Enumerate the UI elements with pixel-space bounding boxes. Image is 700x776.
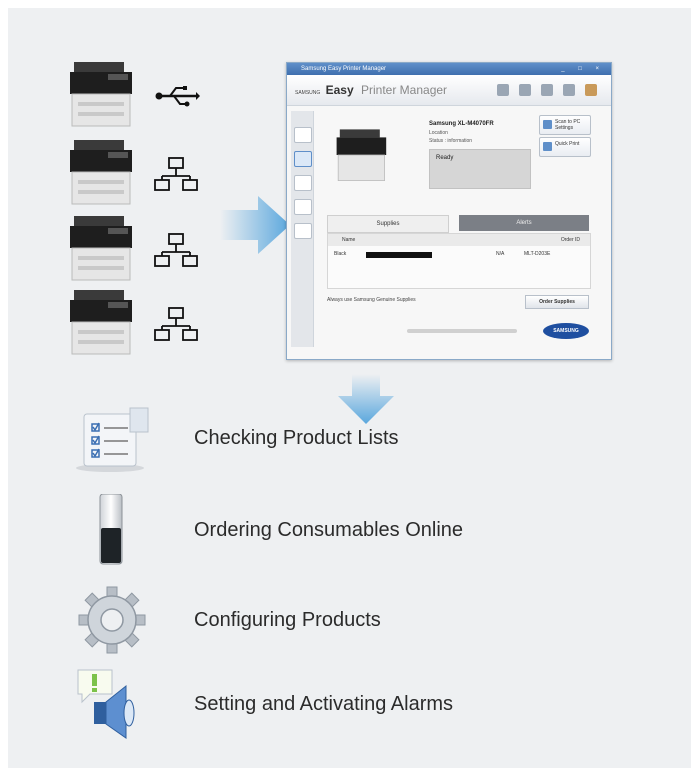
usb-icon	[155, 86, 200, 107]
col-name: Name	[342, 237, 356, 243]
refresh-toolbar-icon[interactable]	[519, 84, 531, 96]
print-icon	[543, 142, 552, 151]
device-name: Samsung XL-M4070FR	[429, 121, 494, 127]
scan-icon	[543, 120, 552, 129]
samsung-logo: SAMSUNG	[543, 323, 589, 339]
device-status-line: Status : information	[429, 138, 473, 144]
app-brand: SAMSUNG Easy Printer Manager	[295, 83, 447, 97]
feature-label: Ordering Consumables Online	[194, 519, 464, 541]
status-text: Ready	[436, 155, 454, 161]
gear-icon	[78, 586, 146, 654]
app-toolbar: SAMSUNG Easy Printer Manager	[287, 75, 611, 106]
supply-order-id: MLT-D203E	[524, 251, 551, 257]
supply-pct: N/A	[496, 251, 505, 257]
scan-settings-button[interactable]: Scan to PC Settings	[539, 115, 591, 135]
device-list-sidebar	[291, 111, 314, 347]
network-icon	[154, 233, 198, 267]
printer-icon	[70, 290, 132, 355]
device-item-selected[interactable]	[294, 151, 312, 167]
device-image	[336, 129, 387, 181]
toner-level-bar	[366, 252, 432, 258]
feature-configuring: Configuring Products	[72, 584, 592, 656]
feature-label: Checking Product Lists	[194, 427, 399, 449]
printer-network-row-1	[68, 138, 208, 208]
network-icon	[154, 307, 198, 341]
order-supplies-button[interactable]: Order Supplies	[525, 295, 589, 309]
table-row: Black N/A MLT-D203E	[328, 250, 590, 260]
brand-prefix: SAMSUNG	[295, 90, 321, 96]
feature-alarms: Setting and Activating Alarms	[72, 668, 592, 740]
feature-label: Configuring Products	[194, 609, 381, 631]
device-item[interactable]	[294, 175, 312, 191]
col-order-id: Order ID	[560, 237, 580, 243]
checklist-icon	[76, 407, 149, 472]
network-icon	[154, 157, 198, 191]
help-toolbar-icon[interactable]	[585, 84, 597, 96]
status-box: Ready	[429, 149, 531, 189]
device-detail: Samsung XL-M4070FR Location Status : inf…	[317, 111, 607, 353]
app-window: Samsung Easy Printer Manager _ □ × SAMSU…	[286, 62, 612, 360]
feature-consumables: Ordering Consumables Online	[72, 494, 592, 566]
genuine-supplies-note[interactable]: Always use Samsung Genuine Supplies	[327, 297, 416, 303]
printer-usb-row	[68, 60, 208, 130]
supply-name: Black	[334, 251, 347, 257]
device-item[interactable]	[294, 127, 312, 143]
device-item[interactable]	[294, 223, 312, 239]
device-location: Location	[429, 130, 448, 136]
printer-network-row-3	[68, 288, 208, 358]
info-toolbar-icon[interactable]	[541, 84, 553, 96]
toner-cartridge-icon	[99, 494, 123, 565]
printer-icon	[70, 216, 132, 281]
quick-print-label: Quick Print	[555, 141, 580, 147]
settings-toolbar-icon[interactable]	[563, 84, 575, 96]
tab-supplies[interactable]: Supplies	[327, 215, 449, 233]
alarm-speaker-icon	[77, 669, 135, 739]
printer-icon	[70, 140, 132, 205]
brand-sub: Printer Manager	[361, 83, 448, 97]
brand-main: Easy	[325, 83, 354, 97]
window-controls[interactable]: _ □ ×	[561, 63, 605, 75]
printer-icon	[70, 62, 132, 127]
feature-label: Setting and Activating Alarms	[194, 693, 454, 715]
feature-product-lists: Checking Product Lists	[72, 402, 592, 474]
device-item[interactable]	[294, 199, 312, 215]
window-title: Samsung Easy Printer Manager	[301, 66, 387, 72]
supplies-table: Name Order ID Black N/A MLT-D203E	[327, 233, 591, 289]
printer-network-row-2	[68, 214, 208, 284]
scan-settings-label: Scan to PC Settings	[555, 119, 581, 131]
illustration-panel: Samsung Easy Printer Manager _ □ × SAMSU…	[8, 8, 691, 768]
scrollbar[interactable]	[407, 329, 517, 333]
tab-alerts[interactable]: Alerts	[459, 215, 589, 231]
supplies-header: Name Order ID	[328, 234, 590, 246]
arrow-right-icon	[220, 196, 290, 254]
quick-print-button[interactable]: Quick Print	[539, 137, 591, 157]
scan-toolbar-icon[interactable]	[497, 84, 509, 96]
window-title-bar[interactable]: Samsung Easy Printer Manager _ □ ×	[287, 63, 611, 75]
